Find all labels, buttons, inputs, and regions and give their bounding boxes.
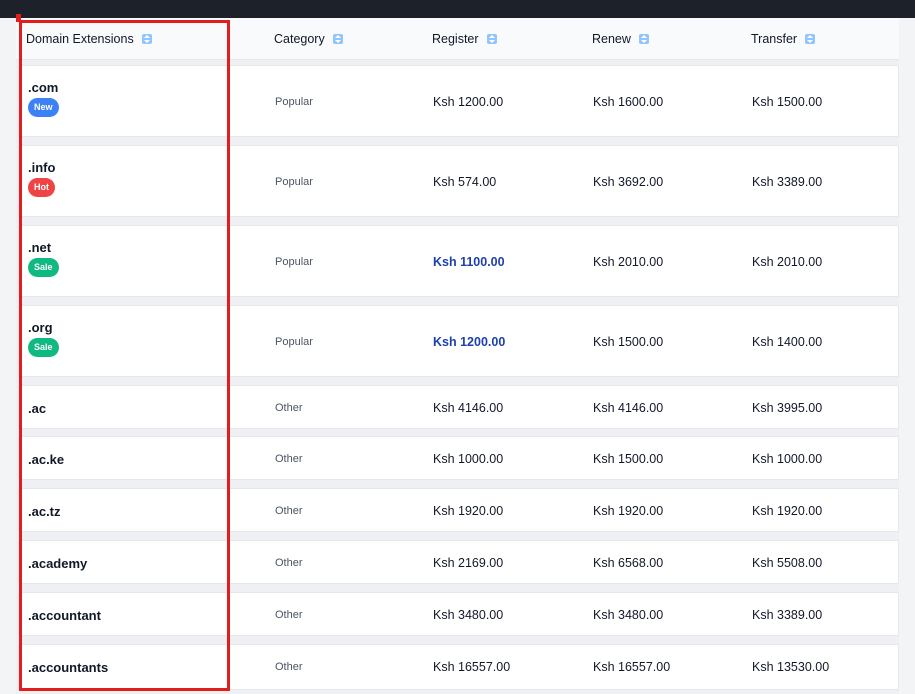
renew-price: Ksh 3480.00 xyxy=(593,608,664,622)
table-row[interactable]: .ac.tz Other Ksh 1920.00 Ksh 1920.00 Ksh… xyxy=(18,488,899,532)
domain-extension: .accountant xyxy=(28,608,101,623)
transfer-price: Ksh 2010.00 xyxy=(752,255,823,269)
sort-icon[interactable] xyxy=(141,34,152,44)
header-register[interactable]: Register xyxy=(432,32,497,46)
renew-price: Ksh 1500.00 xyxy=(593,335,664,349)
register-price: Ksh 4146.00 xyxy=(433,401,504,415)
register-price: Ksh 1100.00 xyxy=(433,255,505,269)
transfer-price: Ksh 5508.00 xyxy=(752,556,823,570)
transfer-price: Ksh 1920.00 xyxy=(752,504,823,518)
renew-price: Ksh 2010.00 xyxy=(593,255,664,269)
renew-price: Ksh 3692.00 xyxy=(593,175,664,189)
sort-icon[interactable] xyxy=(638,34,649,44)
category: Popular xyxy=(275,96,313,108)
header-category[interactable]: Category xyxy=(274,32,343,46)
header-category-label: Category xyxy=(274,32,325,46)
table-row[interactable]: .com New Popular Ksh 1200.00 Ksh 1600.00… xyxy=(18,65,899,137)
domain-extension: .accountants xyxy=(28,660,109,675)
annotation-tick xyxy=(16,14,21,22)
register-price: Ksh 3480.00 xyxy=(433,608,504,622)
domain-extension: .ac xyxy=(28,401,47,416)
table-row[interactable]: .ac Other Ksh 4146.00 Ksh 4146.00 Ksh 39… xyxy=(18,385,899,429)
header-domain-label: Domain Extensions xyxy=(26,32,134,46)
header-transfer-label: Transfer xyxy=(751,32,798,46)
domain-extension: .ac.ke xyxy=(28,452,65,467)
domain-pricing-table: Domain Extensions Category Register Rene… xyxy=(16,18,899,694)
header-transfer[interactable]: Transfer xyxy=(751,32,816,46)
register-price: Ksh 1920.00 xyxy=(433,504,504,518)
renew-price: Ksh 1500.00 xyxy=(593,452,664,466)
domain-extension: .net xyxy=(28,240,52,255)
category: Popular xyxy=(275,176,313,188)
table-row[interactable]: .info Hot Popular Ksh 574.00 Ksh 3692.00… xyxy=(18,145,899,217)
table-row[interactable]: .org Sale Popular Ksh 1200.00 Ksh 1500.0… xyxy=(18,305,899,377)
transfer-price: Ksh 13530.00 xyxy=(752,660,830,674)
domain-extension: .academy xyxy=(28,556,88,571)
header-register-label: Register xyxy=(432,32,479,46)
register-price: Ksh 1000.00 xyxy=(433,452,504,466)
table-row[interactable]: .accountants Other Ksh 16557.00 Ksh 1655… xyxy=(18,644,899,690)
header-renew-label: Renew xyxy=(592,32,631,46)
header-renew[interactable]: Renew xyxy=(592,32,649,46)
register-price: Ksh 2169.00 xyxy=(433,556,504,570)
renew-price: Ksh 4146.00 xyxy=(593,401,664,415)
category: Other xyxy=(275,505,303,517)
table-row[interactable]: .accountant Other Ksh 3480.00 Ksh 3480.0… xyxy=(18,592,899,636)
register-price: Ksh 1200.00 xyxy=(433,335,506,349)
sort-icon[interactable] xyxy=(332,34,343,44)
category: Other xyxy=(275,453,303,465)
status-badge: Sale xyxy=(28,258,59,277)
transfer-price: Ksh 3389.00 xyxy=(752,175,823,189)
transfer-price: Ksh 1000.00 xyxy=(752,452,823,466)
status-badge: New xyxy=(28,98,59,117)
header-domain-extensions[interactable]: Domain Extensions xyxy=(26,32,152,46)
renew-price: Ksh 1600.00 xyxy=(593,95,664,109)
status-badge: Hot xyxy=(28,178,55,197)
top-bar xyxy=(0,0,915,18)
category: Other xyxy=(275,661,303,673)
transfer-price: Ksh 3995.00 xyxy=(752,401,823,415)
domain-extension: .ac.tz xyxy=(28,504,61,519)
table-row[interactable]: .academy Other Ksh 2169.00 Ksh 6568.00 K… xyxy=(18,540,899,584)
status-badge: Sale xyxy=(28,338,59,357)
renew-price: Ksh 1920.00 xyxy=(593,504,664,518)
register-price: Ksh 16557.00 xyxy=(433,660,511,674)
table-row[interactable]: .net Sale Popular Ksh 1100.00 Ksh 2010.0… xyxy=(18,225,899,297)
category: Other xyxy=(275,609,303,621)
transfer-price: Ksh 1500.00 xyxy=(752,95,823,109)
transfer-price: Ksh 1400.00 xyxy=(752,335,823,349)
category: Popular xyxy=(275,336,313,348)
register-price: Ksh 1200.00 xyxy=(433,95,504,109)
register-price: Ksh 574.00 xyxy=(433,175,497,189)
category: Other xyxy=(275,557,303,569)
domain-extension: .org xyxy=(28,320,53,335)
domain-extension: .info xyxy=(28,160,56,175)
sort-icon[interactable] xyxy=(805,34,816,44)
table-header: Domain Extensions Category Register Rene… xyxy=(16,18,899,60)
renew-price: Ksh 6568.00 xyxy=(593,556,664,570)
sort-icon[interactable] xyxy=(486,34,497,44)
category: Popular xyxy=(275,256,313,268)
renew-price: Ksh 16557.00 xyxy=(593,660,671,674)
domain-extension: .com xyxy=(28,80,59,95)
transfer-price: Ksh 3389.00 xyxy=(752,608,823,622)
table-row[interactable]: .ac.ke Other Ksh 1000.00 Ksh 1500.00 Ksh… xyxy=(18,436,899,480)
category: Other xyxy=(275,402,303,414)
